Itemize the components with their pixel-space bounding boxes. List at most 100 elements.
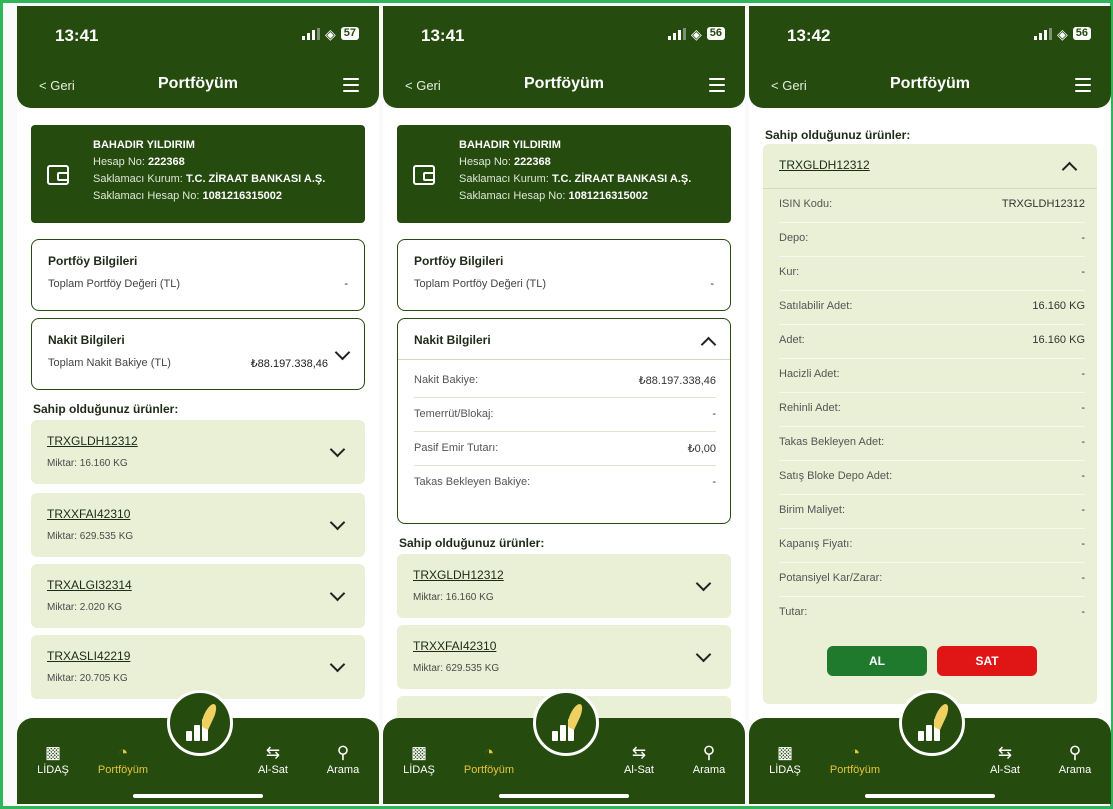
saklamaci-label: Saklamacı Hesap No:	[93, 190, 200, 202]
tab-arama[interactable]: ⚲ Arama	[679, 742, 739, 776]
swap-icon: ⇆	[997, 743, 1013, 762]
detail-row: Birim Maliyet: -	[779, 494, 1085, 529]
leaf-icon	[198, 702, 220, 730]
swap-icon: ⇆	[265, 743, 281, 762]
product-item[interactable]: TRXGLDH12312 Miktar: 16.160 KG	[397, 554, 731, 618]
nakit-card-expanded[interactable]: Nakit Bilgileri Nakit Bakiye: ₺88.197.338…	[397, 318, 731, 524]
tab-al-sat[interactable]: ⇆ Al-Sat	[243, 742, 303, 776]
menu-icon[interactable]	[343, 78, 359, 96]
detail-row: Rehinli Adet: -	[779, 392, 1085, 427]
page-title: Portföyüm	[158, 75, 238, 92]
tab-label: LİDAŞ	[37, 764, 69, 776]
sell-button[interactable]: SAT	[937, 646, 1037, 676]
product-code[interactable]: TRXGLDH12312	[413, 568, 504, 582]
product-item[interactable]: TRXGLDH12312 Miktar: 16.160 KG	[31, 420, 365, 484]
chevron-up-icon[interactable]	[1061, 161, 1078, 178]
page-title: Portföyüm	[524, 75, 604, 92]
hesap-label: Hesap No:	[459, 156, 511, 168]
menu-icon[interactable]	[1075, 78, 1091, 96]
chevron-down-icon[interactable]	[329, 441, 346, 458]
menu-icon[interactable]	[709, 78, 725, 96]
nav-bar: < Geri Portföyüm	[749, 62, 1111, 108]
tab-arama[interactable]: ⚲ Arama	[313, 742, 373, 776]
content-area[interactable]: Sahip olduğunuz ürünler: TRXGLDH12312 IS…	[749, 108, 1111, 720]
chevron-down-icon[interactable]	[329, 585, 346, 602]
tab-al-sat[interactable]: ⇆ Al-Sat	[975, 742, 1035, 776]
tab-arama[interactable]: ⚲ Arama	[1045, 742, 1105, 776]
detail-row: Satılabilir Adet: 16.160 KG	[779, 290, 1085, 325]
chevron-down-icon[interactable]	[334, 344, 351, 361]
tab-label: Arama	[692, 764, 726, 776]
product-code[interactable]: TRXXFAI42310	[47, 507, 130, 521]
status-time: 13:41	[421, 26, 465, 45]
account-card: BAHADIR YILDIRIM Hesap No: 222368 Saklam…	[397, 125, 731, 223]
nakit-card[interactable]: Nakit Bilgileri Toplam Nakit Bakiye (TL)…	[31, 318, 365, 390]
chevron-up-icon[interactable]	[700, 336, 717, 353]
tab-al-sat[interactable]: ⇆ Al-Sat	[609, 742, 669, 776]
content-area[interactable]: BAHADIR YILDIRIM Hesap No: 222368 Saklam…	[383, 108, 745, 720]
status-bar: 13:42 ◈ 56	[749, 6, 1111, 62]
product-code[interactable]: TRXXFAI42310	[413, 639, 496, 653]
product-qty: Miktar: 16.160 KG	[47, 458, 128, 469]
content-area[interactable]: BAHADIR YILDIRIM Hesap No: 222368 Saklam…	[17, 108, 379, 720]
status-icons: ◈ 57	[301, 25, 359, 42]
pie-chart-icon: ◔	[849, 743, 861, 762]
detail-row: Kur: -	[779, 256, 1085, 291]
tab-lidas[interactable]: ▩ LİDAŞ	[23, 742, 83, 776]
products-title: Sahip olduğunuz ürünler:	[765, 128, 911, 142]
tab-label: Portföyüm	[97, 764, 149, 776]
product-code[interactable]: TRXALGI32314	[47, 578, 132, 592]
product-item[interactable]: TRXXFAI42310 Miktar: 629.535 KG	[31, 493, 365, 557]
tab-portfoyum[interactable]: ◔ Portföyüm	[93, 742, 153, 776]
leaf-icon	[930, 702, 952, 730]
chart-icon: ▩	[410, 743, 428, 762]
signal-icon	[1033, 27, 1052, 40]
wifi-icon: ◈	[324, 25, 336, 42]
tab-portfoyum[interactable]: ◔ Portföyüm	[825, 742, 885, 776]
buy-button[interactable]: AL	[827, 646, 927, 676]
search-icon: ⚲	[702, 743, 716, 762]
nakit-label: Toplam Nakit Bakiye (TL)	[48, 357, 171, 369]
nav-bar: < Geri Portföyüm	[17, 62, 379, 108]
chevron-down-icon[interactable]	[695, 575, 712, 592]
tab-label: LİDAŞ	[769, 764, 801, 776]
product-item[interactable]: TRXXFAI42310 Miktar: 629.535 KG	[397, 625, 731, 689]
tab-label: Al-Sat	[990, 764, 1020, 776]
product-item[interactable]: TRXALGI32314 Miktar: 2.020 KG	[31, 564, 365, 628]
chevron-down-icon[interactable]	[329, 514, 346, 531]
tab-bar: ▩ LİDAŞ ◔ Portföyüm ⇆ Al-Sat ⚲ Arama	[383, 690, 745, 804]
signal-icon	[301, 27, 320, 40]
center-logo-button[interactable]	[167, 690, 233, 756]
products-title: Sahip olduğunuz ürünler:	[33, 402, 179, 416]
nav-bar: < Geri Portföyüm	[383, 62, 745, 108]
nakit-row: Temerrüt/Blokaj: -	[414, 397, 716, 432]
wallet-icon	[47, 165, 69, 185]
hesap-label: Hesap No:	[93, 156, 145, 168]
product-code[interactable]: TRXGLDH12312	[47, 434, 138, 448]
center-logo-button[interactable]	[533, 690, 599, 756]
detail-row: Depo: -	[779, 222, 1085, 257]
chart-icon: ▩	[776, 743, 794, 762]
product-code[interactable]: TRXASLI42219	[47, 649, 130, 663]
portfoy-label: Toplam Portföy Değeri (TL)	[48, 278, 181, 290]
battery-icon: 57	[340, 27, 359, 40]
portfoy-card: Portföy Bilgileri Toplam Portföy Değeri …	[397, 239, 731, 311]
portfoy-label: Toplam Portföy Değeri (TL)	[414, 278, 547, 290]
saklamaci-value: 1081216315002	[202, 190, 282, 202]
chevron-down-icon[interactable]	[695, 646, 712, 663]
tab-portfoyum[interactable]: ◔ Portföyüm	[459, 742, 519, 776]
leaf-icon	[564, 702, 586, 730]
nakit-row: Nakit Bakiye: ₺88.197.338,46	[414, 363, 716, 398]
tab-label: Arama	[326, 764, 360, 776]
tab-bar: ▩ LİDAŞ ◔ Portföyüm ⇆ Al-Sat ⚲ Arama	[17, 690, 379, 804]
tab-lidas[interactable]: ▩ LİDAŞ	[389, 742, 449, 776]
chevron-down-icon[interactable]	[329, 656, 346, 673]
hesap-value: 222368	[514, 156, 551, 168]
center-logo-button[interactable]	[899, 690, 965, 756]
product-code[interactable]: TRXGLDH12312	[779, 158, 870, 172]
kurum-value: T.C. ZİRAAT BANKASI A.Ş.	[551, 173, 692, 185]
tab-lidas[interactable]: ▩ LİDAŞ	[755, 742, 815, 776]
nakit-title: Nakit Bilgileri	[414, 333, 491, 347]
product-detail-header[interactable]: TRXGLDH12312	[763, 144, 1097, 189]
kurum-value: T.C. ZİRAAT BANKASI A.Ş.	[185, 173, 326, 185]
